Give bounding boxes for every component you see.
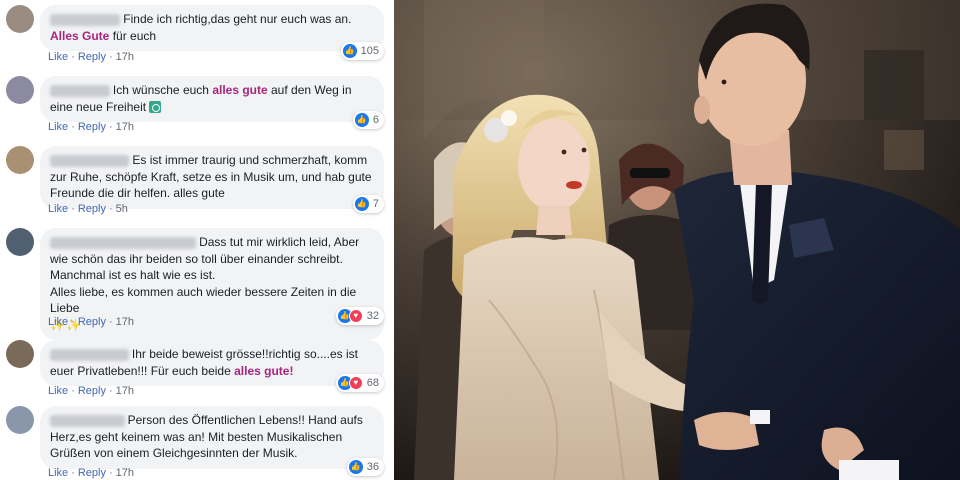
separator: · (108, 467, 113, 479)
comment-actions: Like · Reply · 17h (48, 385, 134, 397)
comment-text: Ich wünsche euch (112, 83, 213, 97)
like-reaction-icon: 👍 (354, 197, 369, 211)
highlighted-text: Alles Gute (50, 28, 110, 43)
reply-link[interactable]: Reply (78, 121, 106, 133)
commenter-name[interactable]: Gerti Naumann (50, 349, 129, 361)
commenter-name[interactable]: Steffi Ifor Bettina Jurasinski (50, 237, 197, 249)
reactions-badge[interactable]: 👍 36 (346, 458, 384, 476)
like-link[interactable]: Like (48, 467, 68, 479)
avatar[interactable] (6, 146, 34, 174)
comment-text: für euch (109, 28, 157, 43)
reply-link[interactable]: Reply (78, 467, 106, 479)
like-link[interactable]: Like (48, 121, 68, 133)
reactions-badge[interactable]: 👍 ♥ 68 (335, 374, 384, 392)
like-link[interactable]: Like (48, 316, 68, 328)
reactions-badge[interactable]: 👍 105 (340, 42, 384, 60)
reply-link[interactable]: Reply (78, 316, 106, 328)
comment-actions: Like · Reply · 17h (48, 316, 134, 328)
commenter-name[interactable]: Renate Winkler (50, 155, 130, 167)
reply-link[interactable]: Reply (78, 385, 106, 397)
separator: · (71, 203, 75, 215)
timestamp[interactable]: 17h (116, 121, 134, 133)
avatar[interactable] (6, 406, 34, 434)
separator: · (108, 316, 113, 328)
statue-of-liberty-emoji (149, 100, 162, 113)
reactions-badge[interactable]: 👍 ♥ 32 (335, 307, 384, 325)
reaction-count: 105 (360, 45, 379, 57)
highlighted-text: alles gute (212, 83, 268, 97)
commenter-name[interactable]: Elsen Theißen (50, 415, 125, 427)
like-link[interactable]: Like (48, 203, 68, 215)
comments-panel: Carmen Groß Finde ich richtig,das geht nu… (0, 0, 394, 480)
comment-bubble: Elsen Theißen Person des Öffentlichen Leb… (40, 406, 384, 469)
comment-bubble: Anne Jobst Ich wünsche euch alles gute au… (40, 76, 384, 122)
separator: · (71, 121, 75, 133)
commenter-name[interactable]: Anne Jobst (50, 85, 110, 97)
love-reaction-icon: ♥ (348, 309, 363, 323)
like-link[interactable]: Like (48, 51, 68, 63)
reply-link[interactable]: Reply (78, 203, 106, 215)
separator: · (71, 316, 75, 328)
comment-text: Finde ich richtig,das geht nur euch was … (123, 12, 352, 26)
avatar[interactable] (6, 76, 34, 104)
comment-actions: Like · Reply · 17h (48, 467, 134, 479)
avatar[interactable] (6, 5, 34, 33)
like-reaction-icon: 👍 (354, 113, 369, 127)
comment-bubble: Carmen Groß Finde ich richtig,das geht nu… (40, 5, 384, 51)
reply-link[interactable]: Reply (78, 51, 106, 63)
highlighted-text: alles gute! (234, 363, 294, 378)
like-reaction-icon: 👍 (342, 44, 357, 58)
reaction-count: 36 (366, 461, 379, 473)
reactions-badge[interactable]: 👍 6 (352, 111, 384, 129)
separator: · (108, 51, 113, 63)
reactions-badge[interactable]: 👍 7 (352, 195, 384, 213)
love-reaction-icon: ♥ (348, 376, 363, 390)
reaction-count: 6 (372, 114, 379, 126)
timestamp[interactable]: 17h (116, 51, 134, 63)
comment-text: Alles liebe, es kommen auch wieder besse… (50, 284, 357, 316)
like-reaction-icon: 👍 (348, 460, 363, 474)
comment-actions: Like · Reply · 17h (48, 121, 134, 133)
separator: · (71, 467, 75, 479)
separator: · (108, 203, 113, 215)
comment-actions: Like · Reply · 17h (48, 51, 134, 63)
comment-bubble: Renate Winkler Es ist immer traurig und s… (40, 146, 384, 209)
reaction-count: 32 (366, 310, 379, 322)
timestamp[interactable]: 17h (116, 467, 134, 479)
like-link[interactable]: Like (48, 385, 68, 397)
separator: · (108, 121, 113, 133)
separator: · (108, 385, 113, 397)
comment-bubble: Gerti Naumann Ihr beide beweist grösse!!r… (40, 340, 384, 386)
reaction-count: 7 (372, 198, 379, 210)
photo-couple-image (394, 0, 960, 480)
reaction-count: 68 (366, 377, 379, 389)
timestamp[interactable]: 5h (116, 203, 128, 215)
separator: · (71, 385, 75, 397)
separator: · (71, 51, 75, 63)
timestamp[interactable]: 17h (116, 385, 134, 397)
timestamp[interactable]: 17h (116, 316, 134, 328)
commenter-name[interactable]: Carmen Groß (50, 14, 121, 26)
comment-actions: Like · Reply · 5h (48, 203, 128, 215)
avatar[interactable] (6, 340, 34, 368)
avatar[interactable] (6, 228, 34, 256)
